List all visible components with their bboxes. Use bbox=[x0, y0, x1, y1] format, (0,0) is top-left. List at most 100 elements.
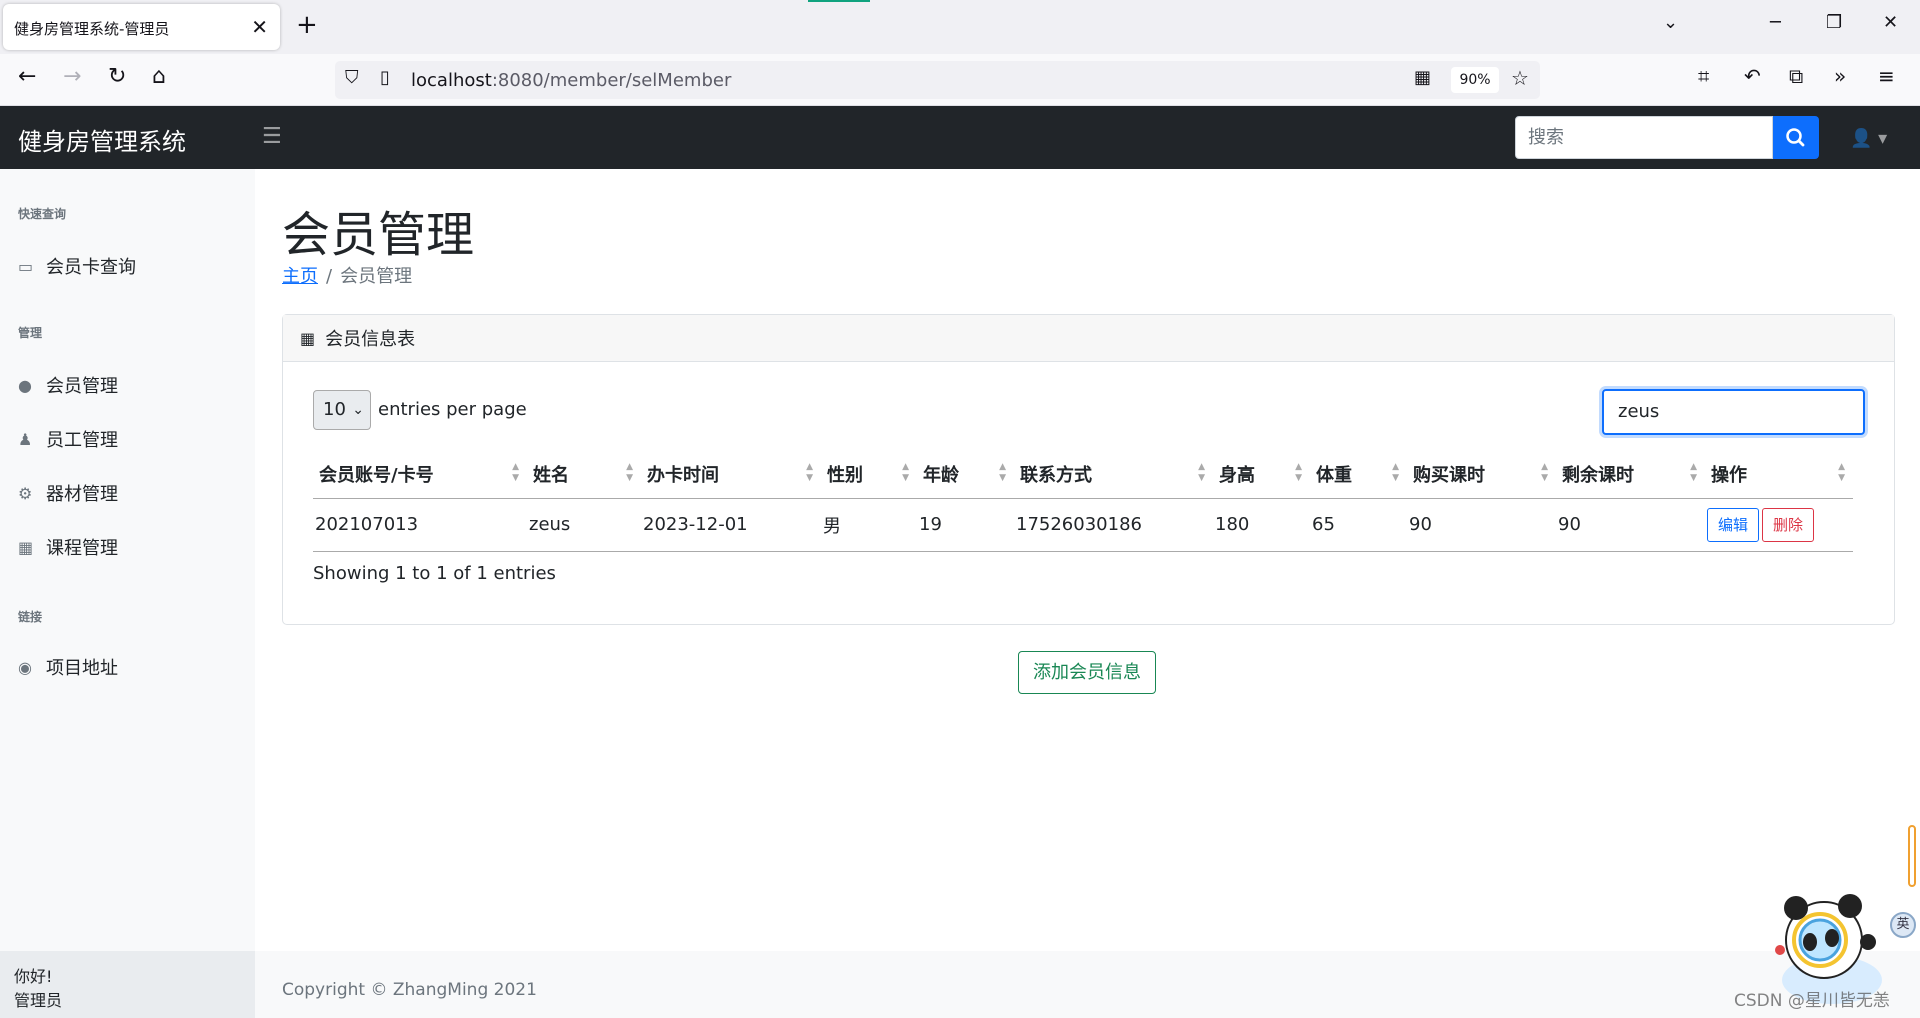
sidebar-item-members[interactable]: ● 会员管理 bbox=[18, 372, 118, 398]
column-label: 办卡时间 bbox=[647, 464, 719, 486]
navbar-search-button[interactable] bbox=[1773, 116, 1819, 159]
address-bar[interactable]: ⛉ ▯ localhost:8080/member/selMember ▦ 90… bbox=[335, 61, 1540, 99]
undo-icon[interactable]: ↶ bbox=[1744, 66, 1761, 86]
column-header[interactable]: 年龄 ▲ ▼ bbox=[917, 450, 1014, 499]
search-icon bbox=[1786, 128, 1805, 147]
sidebar-item-staff[interactable]: ♟ 员工管理 bbox=[18, 426, 118, 452]
sidebar-item-project[interactable]: ◉ 项目地址 bbox=[18, 654, 118, 680]
column-label: 性别 bbox=[827, 464, 863, 486]
table-cell: 90 bbox=[1556, 498, 1705, 552]
tab-close-icon[interactable]: ✕ bbox=[251, 15, 268, 39]
sort-icon: ▲ ▼ bbox=[626, 462, 633, 483]
watermark-text: CSDN @星川皆无恙 bbox=[1734, 991, 1890, 1011]
tab-accent-bar bbox=[808, 0, 870, 2]
column-header[interactable]: 操作 ▲ ▼ bbox=[1705, 450, 1853, 499]
column-header[interactable]: 购买课时 ▲ ▼ bbox=[1407, 450, 1556, 499]
column-label: 姓名 bbox=[533, 464, 569, 486]
browser-tab[interactable]: 健身房管理系统-管理员 ✕ bbox=[3, 4, 280, 50]
back-icon[interactable]: ← bbox=[18, 66, 36, 88]
table-cell: 202107013 bbox=[313, 498, 527, 552]
column-header[interactable]: 会员账号/卡号 ▲ ▼ bbox=[313, 450, 527, 499]
restore-icon[interactable]: ❐ bbox=[1826, 12, 1842, 33]
sidebar-footer: 你好! 管理员 bbox=[0, 951, 255, 1018]
new-tab-icon[interactable]: + bbox=[296, 10, 318, 40]
sidebar-item-label: 项目地址 bbox=[46, 658, 118, 679]
member-table-card: ▦ 会员信息表 10 ⌄ entries per page zeus 会员账号/… bbox=[282, 314, 1895, 625]
table-cell: 2023-12-01 bbox=[641, 498, 821, 552]
column-header[interactable]: 身高 ▲ ▼ bbox=[1213, 450, 1310, 499]
reload-icon[interactable]: ↻ bbox=[108, 66, 126, 88]
sidebar-item-label: 课程管理 bbox=[46, 538, 118, 559]
table-cell: 17526030186 bbox=[1014, 498, 1213, 552]
calendar-icon: ▦ bbox=[18, 537, 34, 557]
breadcrumb: 主页 / 会员管理 bbox=[282, 262, 412, 288]
sidebar-toggle-icon[interactable]: ☰ bbox=[262, 124, 282, 149]
list-all-tabs-icon[interactable]: ⌄ bbox=[1663, 12, 1678, 33]
sidebar-item-equipment[interactable]: ⚙ 器材管理 bbox=[18, 480, 118, 506]
menu-icon[interactable]: ≡ bbox=[1878, 66, 1895, 86]
card-title: 会员信息表 bbox=[325, 329, 416, 350]
ime-language-badge[interactable]: 英 bbox=[1890, 912, 1916, 938]
user-icon: 👤 bbox=[1850, 128, 1873, 149]
page-footer: Copyright © ZhangMing 2021 bbox=[255, 951, 1920, 1018]
edit-button[interactable]: 编辑 bbox=[1707, 507, 1759, 542]
github-icon: ◉ bbox=[18, 657, 32, 677]
column-header[interactable]: 剩余课时 ▲ ▼ bbox=[1556, 450, 1705, 499]
page-icon: ▯ bbox=[380, 67, 390, 88]
greeting: 你好! bbox=[14, 967, 53, 986]
minimize-icon[interactable]: ─ bbox=[1770, 12, 1781, 33]
navbar-search-input[interactable]: 搜索 bbox=[1515, 116, 1773, 159]
user-role: 管理员 bbox=[14, 991, 63, 1010]
app-brand[interactable]: 健身房管理系统 bbox=[18, 122, 186, 157]
table-cell: 65 bbox=[1310, 498, 1407, 552]
home-icon[interactable]: ⌂ bbox=[152, 66, 166, 88]
forward-icon[interactable]: → bbox=[63, 66, 81, 88]
table-search-input[interactable]: zeus bbox=[1602, 389, 1865, 435]
column-header[interactable]: 体重 ▲ ▼ bbox=[1310, 450, 1407, 499]
column-header[interactable]: 性别 ▲ ▼ bbox=[821, 450, 917, 499]
table-header-row: 会员账号/卡号 ▲ ▼ 姓名 ▲ ▼ 办卡时间 ▲ ▼ 性别 ▲ ▼ 年龄 ▲ ▼ 联系方式 ▲ ▼ 身… bbox=[313, 450, 1853, 499]
qr-code-icon[interactable]: ▦ bbox=[1414, 69, 1431, 87]
sidebar-item-courses[interactable]: ▦ 课程管理 bbox=[18, 534, 118, 560]
more-tools-icon[interactable]: » bbox=[1834, 66, 1846, 86]
sidebar-heading-links: 链接 bbox=[18, 610, 43, 624]
sidebar-item-label: 会员卡查询 bbox=[46, 257, 136, 278]
user-tie-icon: ♟ bbox=[18, 429, 33, 449]
browser-navigation-bar: ← → ↻ ⌂ ⛉ ▯ localhost:8080/member/selMem… bbox=[0, 54, 1920, 106]
column-header[interactable]: 办卡时间 ▲ ▼ bbox=[641, 450, 821, 499]
sidebar-heading-quick: 快速查询 bbox=[18, 207, 67, 221]
sort-icon: ▲ ▼ bbox=[512, 462, 519, 483]
breadcrumb-home-link[interactable]: 主页 bbox=[282, 266, 318, 287]
table-cell: 男 bbox=[821, 498, 917, 552]
sidebar: 快速查询 ▭ 会员卡查询 管理 ● 会员管理 ♟ 员工管理 ⚙ 器材管理 ▦ 课… bbox=[0, 169, 255, 1018]
table-icon: ▦ bbox=[300, 328, 316, 348]
screenshot-icon[interactable]: ⌗ bbox=[1698, 66, 1709, 86]
url-text[interactable]: localhost:8080/member/selMember bbox=[411, 70, 731, 91]
column-label: 购买课时 bbox=[1413, 464, 1485, 486]
sort-icon: ▲ ▼ bbox=[1690, 462, 1697, 483]
add-member-button[interactable]: 添加会员信息 bbox=[1018, 651, 1156, 694]
column-header[interactable]: 姓名 ▲ ▼ bbox=[527, 450, 641, 499]
scrollbar-thumb[interactable] bbox=[1908, 825, 1916, 887]
user-dropdown[interactable]: 👤 ▾ bbox=[1850, 128, 1887, 149]
sort-icon: ▲ ▼ bbox=[1295, 462, 1302, 483]
sort-icon: ▲ ▼ bbox=[806, 462, 813, 483]
table-cell: zeus bbox=[527, 498, 641, 552]
zoom-level[interactable]: 90% bbox=[1451, 67, 1499, 93]
delete-button[interactable]: 删除 bbox=[1762, 507, 1814, 542]
bookmark-star-icon[interactable]: ☆ bbox=[1511, 68, 1529, 88]
close-window-icon[interactable]: ✕ bbox=[1883, 12, 1898, 33]
column-label: 体重 bbox=[1316, 464, 1352, 486]
sidebar-item-label: 器材管理 bbox=[46, 484, 118, 505]
column-header[interactable]: 联系方式 ▲ ▼ bbox=[1014, 450, 1213, 499]
sidebar-item-card-query[interactable]: ▭ 会员卡查询 bbox=[18, 253, 136, 279]
actions-cell: 编辑 删除 bbox=[1705, 498, 1853, 552]
app-navbar: 健身房管理系统 ☰ 搜索 👤 ▾ bbox=[0, 106, 1920, 169]
entries-per-page-select[interactable]: 10 ⌄ bbox=[313, 390, 371, 430]
sort-icon: ▲ ▼ bbox=[1838, 462, 1845, 483]
shield-icon[interactable]: ⛉ bbox=[345, 69, 359, 87]
sidebar-item-label: 会员管理 bbox=[46, 376, 118, 397]
breadcrumb-current: 会员管理 bbox=[340, 266, 413, 287]
extensions-icon[interactable]: ⧉ bbox=[1789, 66, 1803, 86]
sort-icon: ▲ ▼ bbox=[902, 462, 909, 483]
